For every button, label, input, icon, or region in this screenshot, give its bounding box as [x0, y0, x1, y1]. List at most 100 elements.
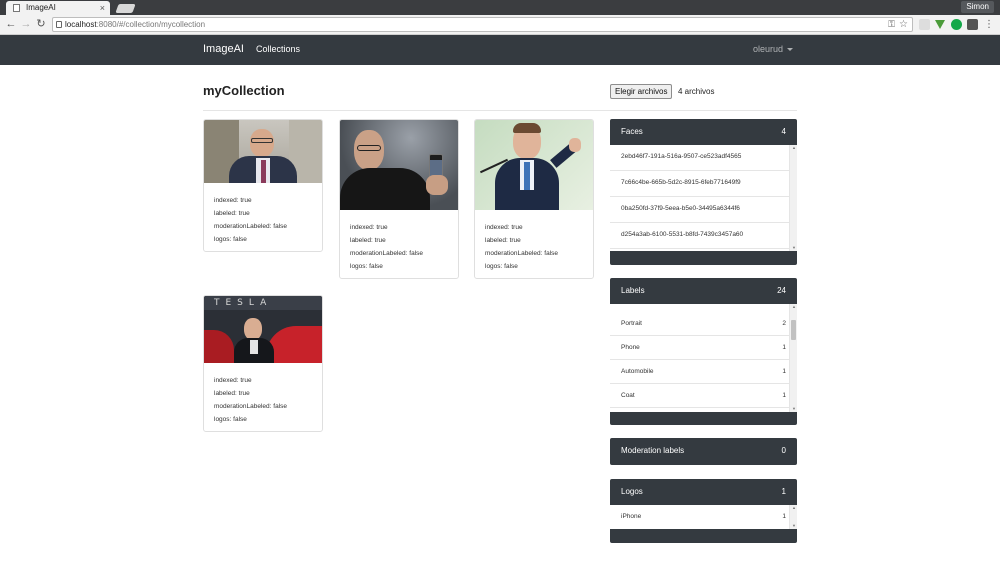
chevron-down-icon: [787, 48, 794, 52]
labels-list[interactable]: Portrait 2 Phone 1 Automobile 1 Coat 1 ▲ ▼: [610, 304, 797, 412]
faces-scrollbar[interactable]: ▲ ▼: [789, 145, 797, 251]
label-item[interactable]: Portrait 2: [610, 312, 797, 336]
logo-name: iPhone: [621, 513, 642, 520]
browser-tabbar: ImageAI × Simon: [0, 0, 1000, 15]
scroll-up-icon[interactable]: ▲: [790, 505, 797, 511]
logos-title: Logos: [621, 487, 643, 496]
label-item[interactable]: Phone 1: [610, 336, 797, 360]
card-moderation: moderationLabeled: false: [350, 250, 423, 257]
scroll-up-icon[interactable]: ▲: [790, 145, 797, 151]
key-icon[interactable]: ⚿: [888, 18, 895, 31]
card-meta: indexed: true labeled: true moderationLa…: [475, 210, 593, 278]
image-card[interactable]: indexed: true labeled: true moderationLa…: [474, 119, 594, 279]
browser-tab[interactable]: ImageAI ×: [6, 1, 110, 15]
moderation-panel: Moderation labels 0: [610, 438, 797, 465]
extension-vue-icon[interactable]: [935, 20, 945, 29]
page-info-icon[interactable]: [56, 21, 62, 28]
card-indexed: indexed: true: [214, 377, 252, 384]
card-logos: logos: false: [350, 263, 383, 270]
face-item[interactable]: 7c66c4be-665b-5d2c-8915-6feb771649f9: [610, 171, 797, 197]
card-labeled: labeled: true: [485, 237, 521, 244]
extension-shield-icon[interactable]: [967, 19, 978, 30]
labels-count: 24: [777, 286, 786, 295]
address-bar[interactable]: localhost:8080/#/collection/mycollection…: [52, 17, 913, 32]
logos-count: 1: [781, 487, 786, 496]
image-card[interactable]: indexed: true labeled: true moderationLa…: [339, 119, 459, 279]
back-icon[interactable]: ←: [5, 18, 17, 31]
card-photo: [340, 120, 458, 210]
divider: [203, 110, 797, 111]
card-labeled: labeled: true: [214, 210, 250, 217]
face-id: 0ba250fd-37f9-5eea-b5e0-34495a6344f6: [621, 205, 740, 212]
brand-link[interactable]: ImageAI: [203, 43, 244, 55]
extension-cast-icon[interactable]: [919, 19, 930, 30]
label-item[interactable]: Automobile 1: [610, 360, 797, 384]
browser-menu-icon[interactable]: ⋮: [984, 18, 994, 31]
file-status: 4 archivos: [678, 87, 715, 96]
logo-count: 1: [782, 513, 786, 520]
page-title: myCollection: [203, 83, 285, 98]
extension-grammarly-icon[interactable]: [951, 19, 962, 30]
logos-panel: Logos 1 iPhone 1 ▲ ▼: [610, 479, 797, 543]
label-name: Coat: [621, 392, 635, 399]
close-tab-icon[interactable]: ×: [100, 1, 105, 15]
page-icon: [13, 4, 20, 12]
labels-title: Labels: [621, 286, 645, 295]
logos-list[interactable]: iPhone 1 ▲ ▼: [610, 505, 797, 529]
card-labeled: labeled: true: [214, 390, 250, 397]
bookmark-star-icon[interactable]: ☆: [899, 18, 908, 31]
card-meta: indexed: true labeled: true moderationLa…: [204, 183, 322, 251]
card-indexed: indexed: true: [350, 224, 388, 231]
browser-toolbar: ← → ↻ localhost:8080/#/collection/mycoll…: [0, 15, 1000, 35]
url-path: :8080/#/collection/mycollection: [96, 20, 206, 29]
faces-list[interactable]: 2ebd46f7-191a-516a-9507-ce523adf4565 7c6…: [610, 145, 797, 251]
card-indexed: indexed: true: [485, 224, 523, 231]
labels-scrollbar[interactable]: ▲ ▼: [789, 304, 797, 412]
card-photo: TESLA: [204, 296, 322, 363]
scroll-down-icon[interactable]: ▼: [790, 245, 797, 251]
face-item[interactable]: 2ebd46f7-191a-516a-9507-ce523adf4565: [610, 145, 797, 171]
reload-icon[interactable]: ↻: [35, 18, 47, 31]
card-photo: [475, 120, 593, 210]
user-name: oleurud: [753, 44, 784, 54]
image-card[interactable]: indexed: true labeled: true moderationLa…: [203, 119, 323, 252]
app-navbar: ImageAI Collections oleurud: [0, 35, 1000, 65]
card-logos: logos: false: [214, 236, 247, 243]
card-meta: indexed: true labeled: true moderationLa…: [204, 363, 322, 431]
face-item[interactable]: d254a3ab-6100-5531-b8fd-7439c3457a60: [610, 223, 797, 249]
logo-item[interactable]: iPhone 1: [610, 505, 797, 529]
faces-title: Faces: [621, 127, 643, 136]
image-card[interactable]: TESLA indexed: true labeled: true modera…: [203, 295, 323, 432]
label-name: Phone: [621, 344, 640, 351]
label-name: Automobile: [621, 368, 654, 375]
card-photo: [204, 120, 322, 183]
scroll-up-icon[interactable]: ▲: [790, 304, 797, 310]
label-count: 1: [782, 368, 786, 375]
moderation-title: Moderation labels: [621, 446, 685, 455]
moderation-panel-header: Moderation labels 0: [610, 438, 797, 464]
face-id: d254a3ab-6100-5531-b8fd-7439c3457a60: [621, 231, 744, 238]
card-logos: logos: false: [485, 263, 518, 270]
card-indexed: indexed: true: [214, 197, 252, 204]
face-item[interactable]: 0ba250fd-37f9-5eea-b5e0-34495a6344f6: [610, 197, 797, 223]
label-item[interactable]: Coat 1: [610, 384, 797, 408]
tab-title: ImageAI: [26, 3, 56, 12]
scroll-thumb[interactable]: [791, 320, 796, 340]
tesla-watermark: TESLA: [214, 298, 273, 308]
label-count: 2: [782, 320, 786, 327]
label-name: Portrait: [621, 320, 642, 327]
profile-button[interactable]: Simon: [961, 1, 994, 13]
card-moderation: moderationLabeled: false: [214, 403, 287, 410]
faces-panel: Faces 4 2ebd46f7-191a-516a-9507-ce523adf…: [610, 119, 797, 265]
scroll-down-icon[interactable]: ▼: [790, 523, 797, 529]
logos-scrollbar[interactable]: ▲ ▼: [789, 505, 797, 529]
nav-link-collections[interactable]: Collections: [256, 44, 300, 54]
new-tab-button[interactable]: [115, 4, 136, 13]
card-meta: indexed: true labeled: true moderationLa…: [340, 210, 458, 278]
scroll-down-icon[interactable]: ▼: [790, 406, 797, 412]
forward-icon[interactable]: →: [20, 18, 32, 31]
user-dropdown[interactable]: oleurud: [753, 44, 794, 54]
choose-files-button[interactable]: Elegir archivos: [610, 84, 673, 99]
moderation-count: 0: [781, 446, 786, 455]
label-count: 1: [782, 344, 786, 351]
